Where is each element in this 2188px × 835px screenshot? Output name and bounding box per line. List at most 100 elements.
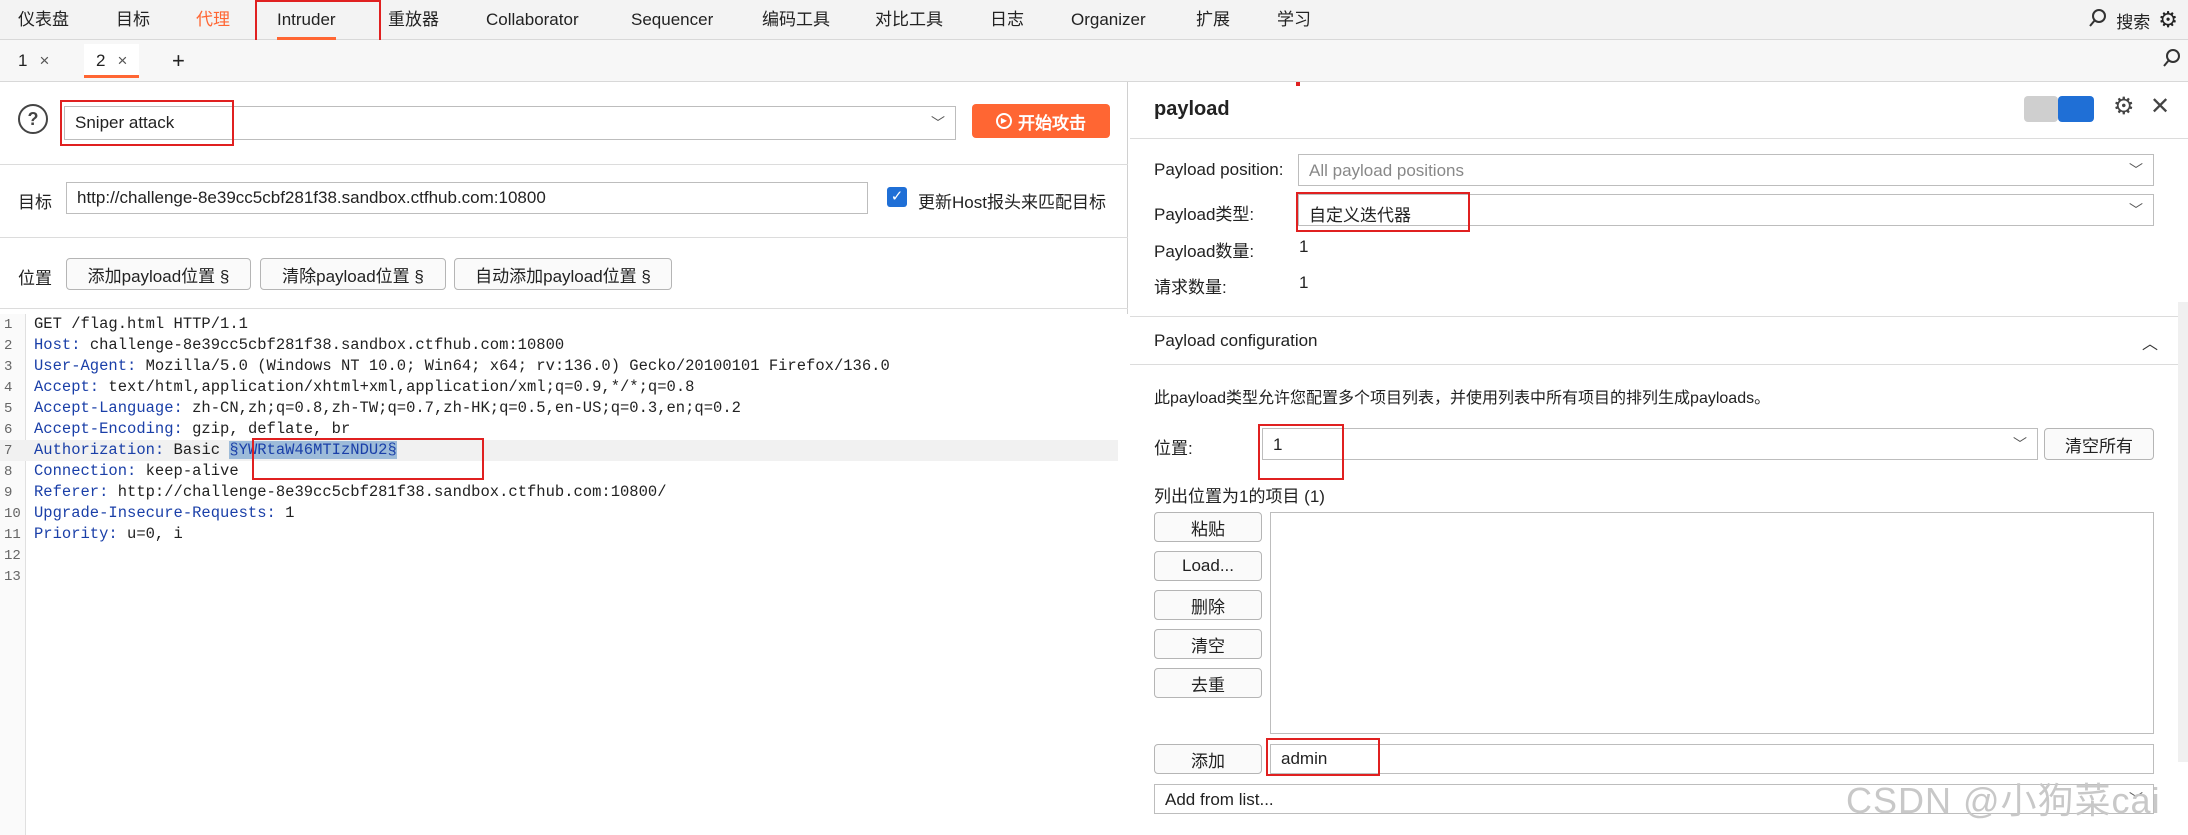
- payload-count-value: 1: [1299, 237, 1309, 256]
- payload-panel-title: payload: [1154, 98, 1230, 120]
- request-line: 2 Host: challenge-8e39cc5cbf281f38.sandbo…: [4, 336, 565, 354]
- help-icon[interactable]: ?: [18, 104, 48, 134]
- config-position-label: 位置:: [1154, 439, 1193, 458]
- clear-all-button[interactable]: 清空所有: [2044, 428, 2154, 460]
- chevron-down-icon: ﹀: [2129, 162, 2143, 178]
- payload-type-label: Payload类型:: [1154, 205, 1255, 224]
- menu-proxy[interactable]: 代理: [196, 0, 230, 40]
- clear-button[interactable]: 清空: [1154, 629, 1262, 659]
- divider: [0, 164, 1128, 165]
- request-line: 8 Connection: keep-alive: [4, 462, 239, 480]
- add-item-input[interactable]: admin: [1270, 744, 2154, 774]
- menu-learn[interactable]: 学习: [1277, 0, 1311, 40]
- add-payload-position-button[interactable]: 添加payload位置 §: [66, 258, 251, 290]
- request-count-label: 请求数量:: [1154, 278, 1227, 297]
- payload-config-title: Payload configuration: [1154, 331, 1318, 350]
- close-icon[interactable]: ✕: [2150, 92, 2170, 121]
- request-line: 7 Authorization: Basic §YWRtaW46MTIzNDU2§: [0, 440, 1118, 461]
- add-item-button[interactable]: 添加: [1154, 744, 1262, 774]
- menu-comparer[interactable]: 对比工具: [875, 0, 943, 40]
- load-button[interactable]: Load...: [1154, 551, 1262, 581]
- request-line: 6 Accept-Encoding: gzip, deflate, br: [4, 420, 351, 438]
- chevron-down-icon: ﹀: [2129, 202, 2143, 218]
- menu-dashboard[interactable]: 仪表盘: [18, 0, 69, 40]
- target-url-input[interactable]: http://challenge-8e39cc5cbf281f38.sandbo…: [66, 182, 868, 214]
- divider: [1130, 316, 2178, 317]
- attack-type-select[interactable]: Sniper attack ﹀: [64, 106, 956, 140]
- positions-label: 位置: [18, 269, 52, 288]
- config-position-value: 1: [1273, 435, 1283, 454]
- search-label[interactable]: 搜索: [2116, 8, 2150, 33]
- update-host-checkbox[interactable]: ✓: [887, 187, 907, 207]
- payload-count-label: Payload数量:: [1154, 242, 1255, 261]
- chevron-down-icon: ﹀: [931, 115, 945, 131]
- highlight-spacer: [1296, 82, 1300, 86]
- menu-organizer[interactable]: Organizer: [1071, 0, 1146, 40]
- layout-vertical-icon[interactable]: [2024, 96, 2058, 122]
- auto-payload-position-button[interactable]: 自动添加payload位置 §: [454, 258, 672, 290]
- request-line: 11 Priority: u=0, i: [4, 525, 183, 543]
- remove-button[interactable]: 删除: [1154, 590, 1262, 620]
- deduplicate-button[interactable]: 去重: [1154, 668, 1262, 698]
- request-line: 5 Accept-Language: zh-CN,zh;q=0.8,zh-TW;q…: [4, 399, 741, 417]
- request-editor[interactable]: 1 GET /flag.html HTTP/1.1 2 Host: challeng…: [0, 314, 1128, 835]
- layout-horizontal-icon[interactable]: [2058, 96, 2094, 122]
- csdn-watermark: CSDN @小狗菜cai: [1846, 780, 2161, 821]
- payload-config-description: 此payload类型允许您配置多个项目列表，并使用列表中所有项目的排列生成pay…: [1154, 390, 1771, 407]
- start-attack-label: 开始攻击: [1018, 113, 1086, 133]
- payload-type-value: 自定义迭代器: [1309, 206, 1411, 225]
- request-line: 4 Accept: text/html,application/xhtml+xml…: [4, 378, 695, 396]
- menubar-right: 搜索 ⚙: [2088, 0, 2178, 40]
- request-line: 10 Upgrade-Insecure-Requests: 1: [4, 504, 295, 522]
- chevron-down-icon: ﹀: [2013, 436, 2027, 452]
- menu-intruder[interactable]: Intruder: [277, 0, 336, 40]
- right-pane-scrollbar[interactable]: [2178, 302, 2188, 762]
- tab-1-label: 1: [18, 51, 28, 70]
- target-label: 目标: [18, 193, 52, 212]
- search-icon[interactable]: [2088, 8, 2108, 33]
- add-tab-button[interactable]: +: [160, 44, 197, 78]
- menu-target[interactable]: 目标: [116, 0, 150, 40]
- menu-repeater[interactable]: 重放器: [388, 0, 439, 40]
- menu-collaborator[interactable]: Collaborator: [486, 0, 579, 40]
- menu-sequencer[interactable]: Sequencer: [631, 0, 713, 40]
- payload-position-value: All payload positions: [1309, 161, 1464, 180]
- request-line: 13: [4, 569, 21, 585]
- search-icon[interactable]: [2162, 48, 2182, 75]
- tab-2[interactable]: 2 ×: [84, 44, 140, 78]
- attack-config-pane: ? Sniper attack ﹀ ▶ 开始攻击 目标 http://chall…: [0, 82, 1128, 835]
- settings-gear-icon[interactable]: ⚙: [2113, 92, 2135, 121]
- close-icon[interactable]: ×: [117, 51, 127, 70]
- divider: [1130, 364, 2178, 365]
- divider: [1130, 138, 2188, 139]
- intruder-tabbar: 1 × 2 × +: [0, 40, 2188, 82]
- payload-position-select[interactable]: All payload positions ﹀: [1298, 154, 2154, 186]
- payload-position-marker[interactable]: §YWRtaW46MTIzNDU2§: [229, 441, 397, 459]
- update-host-label: 更新Host报头来匹配目标: [918, 193, 1106, 212]
- request-line: 3 User-Agent: Mozilla/5.0 (Windows NT 10.…: [4, 357, 890, 375]
- divider: [0, 308, 1128, 309]
- tab-1[interactable]: 1 ×: [6, 44, 61, 78]
- request-line: 9 Referer: http://challenge-8e39cc5cbf281…: [4, 483, 667, 501]
- settings-gear-icon[interactable]: ⚙: [2158, 7, 2178, 33]
- main-menubar: 仪表盘 目标 代理 Intruder 重放器 Collaborator Sequ…: [0, 0, 2188, 40]
- menu-decoder[interactable]: 编码工具: [762, 0, 830, 40]
- start-attack-button[interactable]: ▶ 开始攻击: [972, 104, 1110, 138]
- clear-payload-position-button[interactable]: 清除payload位置 §: [260, 258, 446, 290]
- menu-logger[interactable]: 日志: [990, 0, 1024, 40]
- list-items-label: 列出位置为1的项目 (1): [1154, 487, 1325, 506]
- divider: [0, 237, 1128, 238]
- payload-type-select[interactable]: 自定义迭代器 ﹀: [1298, 194, 2154, 226]
- attack-type-value: Sniper attack: [75, 113, 175, 132]
- request-line: 12: [4, 548, 21, 564]
- config-position-select[interactable]: 1 ﹀: [1262, 428, 2038, 460]
- add-from-list-label: Add from list...: [1165, 790, 1274, 809]
- menu-extensions[interactable]: 扩展: [1196, 0, 1230, 40]
- request-count-value: 1: [1299, 273, 1309, 292]
- payload-items-list[interactable]: [1270, 512, 2154, 734]
- close-icon[interactable]: ×: [39, 51, 49, 70]
- chevron-up-icon[interactable]: ︿: [2142, 330, 2158, 354]
- paste-button[interactable]: 粘贴: [1154, 512, 1262, 542]
- payload-position-label: Payload position:: [1154, 160, 1284, 179]
- play-circle-icon: ▶: [996, 113, 1012, 129]
